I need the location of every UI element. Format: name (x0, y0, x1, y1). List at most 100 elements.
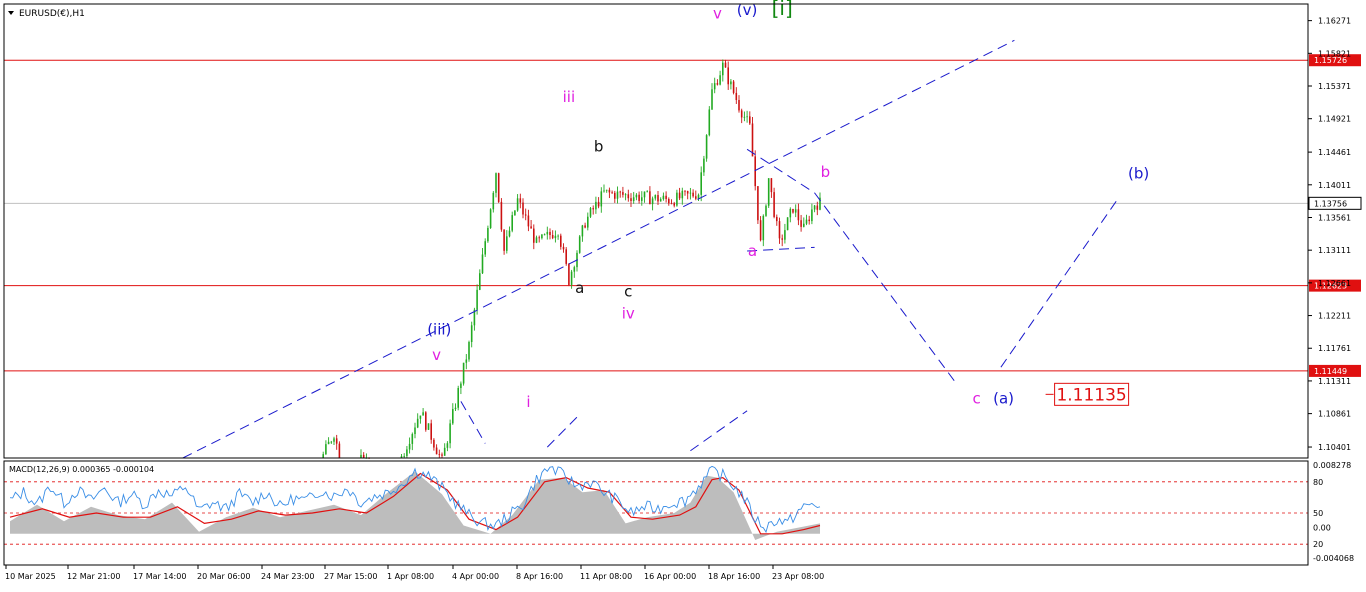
candle-body (508, 230, 511, 237)
x-tick-label: 20 Mar 06:00 (197, 572, 250, 581)
candle-body (662, 195, 665, 200)
candle-body (754, 156, 756, 187)
candle-body (462, 362, 465, 384)
candle-body (681, 190, 684, 199)
chart-root: 1.15726 1.12623 1.11449 1.13756 (iii) v i iii b… (0, 0, 1366, 588)
candle-body (705, 135, 708, 159)
candle-body (643, 191, 646, 198)
x-tick-label: 11 Apr 08:00 (580, 572, 632, 581)
candle-body (641, 197, 643, 201)
candle-body (408, 443, 411, 450)
candle-body (406, 449, 408, 457)
candle-body (416, 418, 419, 428)
candle-body (722, 62, 724, 76)
candle-body (808, 219, 810, 222)
candle-body (438, 454, 441, 456)
candle-body (695, 196, 697, 199)
candle-body (713, 83, 716, 90)
candle-body (627, 194, 630, 199)
candle-body (670, 203, 673, 205)
candle-body (595, 201, 597, 210)
candle-body (776, 216, 778, 222)
candle-body (622, 192, 624, 195)
candle-body (587, 216, 589, 228)
candle-body (511, 215, 513, 231)
x-tick-label: 24 Mar 23:00 (261, 572, 314, 581)
y-tick-label: 1.12211 (1318, 312, 1351, 321)
y-tick-label: 1.11761 (1318, 344, 1351, 353)
candle-body (484, 241, 486, 255)
x-tick-label: 8 Apr 16:00 (516, 572, 563, 581)
candle-body (430, 423, 432, 440)
candle-body (543, 234, 546, 236)
candle-body (470, 325, 473, 343)
candle-body (589, 208, 592, 217)
candle-body (522, 202, 524, 215)
candle-body (581, 225, 584, 237)
candle-body (465, 359, 468, 363)
candle-body (538, 237, 540, 239)
candle-body (727, 67, 729, 85)
candle-body (635, 194, 638, 198)
candle-body (414, 427, 416, 435)
candle-body (500, 201, 503, 230)
wave-label: c (972, 390, 980, 408)
candle-body (597, 201, 600, 207)
candle-body (489, 209, 492, 228)
candle-body (457, 388, 459, 408)
candle-body (433, 439, 435, 448)
candle-body (446, 443, 449, 448)
candle-body (541, 234, 543, 239)
candle-body (551, 235, 554, 239)
wave-label: a (575, 279, 584, 297)
candle-body (781, 238, 783, 240)
candle-body (530, 226, 532, 229)
candle-body (562, 246, 565, 250)
wave-label: v (713, 5, 722, 23)
candle-body (724, 62, 727, 68)
candle-body (600, 191, 603, 207)
candle-body (668, 198, 670, 204)
candle-body (560, 235, 562, 247)
target-price-text: 1.11135 (1056, 385, 1126, 405)
candle-body (425, 412, 427, 430)
candle-body (584, 225, 586, 228)
candle-body (792, 208, 794, 213)
x-tick-label: 1 Apr 08:00 (387, 572, 434, 581)
candle-body (673, 203, 675, 206)
candle-body (638, 194, 640, 201)
candle-body (487, 227, 489, 242)
y-tick-label: 1.11311 (1318, 377, 1351, 386)
macd-y-tick-label: 0.008278 (1313, 461, 1351, 470)
price-chart[interactable]: 1.157261.126231.114491.13756 (iii)viiiib… (0, 0, 1366, 588)
candle-body (325, 444, 327, 455)
candle-body (732, 81, 735, 93)
y-tick-label: 1.15821 (1318, 49, 1351, 58)
candle-body (327, 441, 330, 445)
candle-body (592, 208, 594, 210)
candle-body (549, 231, 551, 236)
candle-body (649, 191, 651, 205)
candle-body (762, 215, 765, 241)
candle-body (778, 221, 781, 239)
x-tick-label: 23 Apr 08:00 (772, 572, 824, 581)
candle-body (468, 342, 470, 360)
candle-body (497, 173, 500, 202)
candle-body (797, 209, 800, 221)
y-tick-label: 1.13561 (1318, 213, 1351, 222)
candle-body (322, 454, 324, 458)
candle-body (784, 230, 786, 240)
candle-body (492, 192, 495, 210)
candle-body (454, 407, 457, 410)
candle-body (519, 198, 522, 203)
candle-body (813, 205, 816, 210)
wave-label: a (748, 242, 757, 260)
y-tick-label: 1.13111 (1318, 246, 1351, 255)
x-tick-label: 4 Apr 00:00 (452, 572, 499, 581)
y-tick-label: 1.14921 (1318, 115, 1351, 124)
y-tick-label: 1.14461 (1318, 148, 1351, 157)
candle-body (735, 92, 738, 101)
x-tick-label: 12 Mar 21:00 (67, 572, 120, 581)
candle-body (516, 198, 519, 211)
candle-body (495, 173, 497, 193)
